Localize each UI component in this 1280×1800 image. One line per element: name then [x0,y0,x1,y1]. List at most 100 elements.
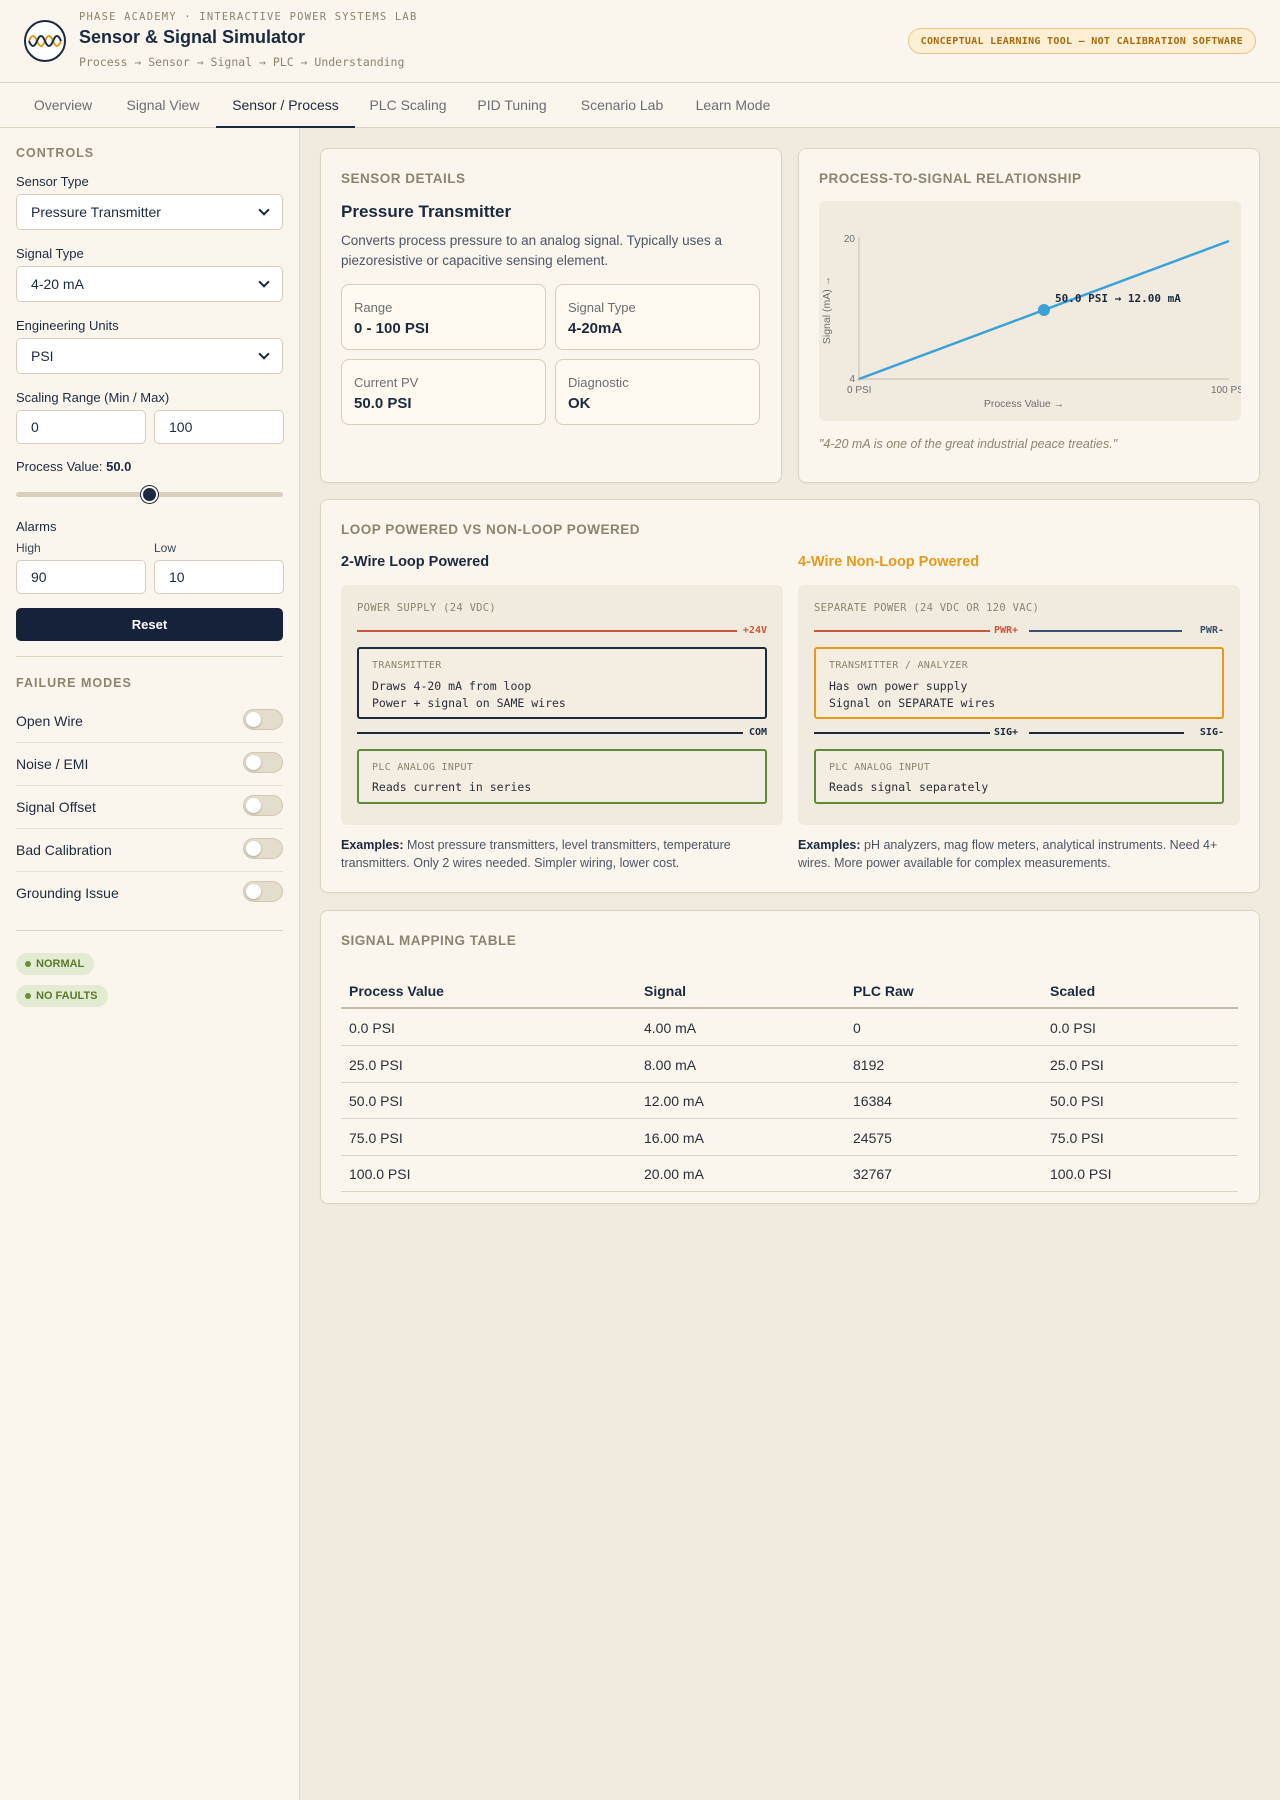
alarms-label: Alarms [16,519,57,534]
stat-value: OK [568,395,591,412]
signal-type-value: 4-20 mA [31,276,84,292]
process-value-slider-thumb[interactable] [141,486,158,503]
positive-wire [357,630,737,632]
alarm-low-input[interactable]: 10 [154,560,284,594]
status-badge-label: NO FAULTS [36,990,98,1002]
table-cell: 75.0 PSI [349,1130,403,1146]
sensor-details-heading: SENSOR DETAILS [341,171,466,186]
plc-input-line: Reads signal separately [829,780,989,794]
alarm-high-label: High [16,541,41,555]
tab-plc-scaling[interactable]: PLC Scaling [362,83,454,128]
chart-marker-point [1038,304,1050,316]
four-wire-examples-line1: Examples: pH analyzers, mag flow meters,… [798,836,1217,854]
sensor-details-card: SENSOR DETAILS Pressure Transmitter Conv… [320,148,782,483]
four-wire-diagram: SEPARATE POWER (24 VDC OR 120 VAC) PWR+ … [798,585,1240,825]
table-cell: 8.00 mA [644,1057,697,1073]
relationship-heading: PROCESS-TO-SIGNAL RELATIONSHIP [819,171,1082,186]
bad-calibration-toggle[interactable] [243,838,283,859]
four-wire-title: 4-Wire Non-Loop Powered [798,554,980,570]
status-badge-label: NORMAL [36,958,85,970]
alarm-high-input[interactable]: 90 [16,560,146,594]
stat-key: Range [354,300,393,315]
table-cell: 50.0 PSI [349,1093,403,1109]
two-wire-examples: Examples: Most pressure transmitters, le… [341,836,731,872]
units-label: Engineering Units [16,318,119,333]
tab-pid-tuning[interactable]: PID Tuning [468,83,556,128]
two-wire-examples-line1: Examples: Most pressure transmitters, le… [341,836,731,854]
brand-kicker: PHASE ACADEMY · INTERACTIVE POWER SYSTEM… [79,11,418,23]
scaling-min-input[interactable]: 0 [16,410,146,444]
app-title: Sensor & Signal Simulator [79,27,306,47]
disclaimer-badge: CONCEPTUAL LEARNING TOOL — NOT CALIBRATI… [907,28,1256,54]
column-header: Signal [644,983,687,999]
transmitter-line2: Power + signal on SAME wires [372,696,566,710]
sidebar-divider [16,930,283,931]
plc-input-title: PLC ANALOG INPUT [829,762,931,773]
process-signal-chart: 50.0 PSI → 12.00 mA 20 4 0 PSI 100 PSI P… [821,234,1241,410]
table-cell: 100.0 PSI [349,1166,411,1182]
stat-current-pv: Current PV 50.0 PSI [341,359,546,425]
sensor-type-label: Sensor Type [16,174,89,189]
examples-label: Examples: [798,838,861,852]
column-header: PLC Raw [853,983,914,999]
signal-type-select[interactable]: 4-20 mA [16,266,283,302]
noise-emi-toggle[interactable] [243,752,283,773]
two-wire-panel-title: POWER SUPPLY (24 VDC) [357,602,497,614]
column-header: Process Value [349,983,444,999]
four-wire-examples-line2: wires. More power available for complex … [798,856,1111,870]
toggle-knob [246,841,261,856]
wire-label-pwr-plus: PWR+ [994,625,1019,636]
tab-sensor-process[interactable]: Sensor / Process [216,83,355,128]
sensor-type-select[interactable]: Pressure Transmitter [16,194,283,230]
table-cell: 16.00 mA [644,1130,704,1146]
analyzer-box: TRANSMITTER / ANALYZER Has own power sup… [814,647,1224,719]
stat-diagnostic: Diagnostic OK [555,359,760,425]
stat-key: Signal Type [568,300,636,315]
tab-learn-mode[interactable]: Learn Mode [688,83,778,128]
alarm-low-label: Low [154,541,177,555]
examples-label: Examples: [341,838,404,852]
table-cell: 12.00 mA [644,1093,704,1109]
table-cell: 75.0 PSI [1050,1130,1104,1146]
analyzer-line2: Signal on SEPARATE wires [829,696,996,710]
sig-minus-wire [1029,732,1184,734]
open-wire-toggle[interactable] [243,709,283,730]
sensor-description-line2: piezoresistive or capacitive sensing ele… [341,253,609,268]
chart-x-tick-label: 100 PSI [1211,385,1241,396]
grounding-issue-toggle[interactable] [243,881,283,902]
plc-input-box: PLC ANALOG INPUT Reads current in series [357,749,767,804]
tab-overview[interactable]: Overview [18,83,108,128]
table-row: 50.0 PSI 12.00 mA 16384 50.0 PSI [341,1083,1238,1119]
tab-signal-view[interactable]: Signal View [116,83,210,128]
failure-mode-noise-emi: Noise / EMI [16,743,283,786]
examples-text: pH analyzers, mag flow meters, analytica… [860,838,1218,852]
wire-label-sig-plus: SIG+ [994,727,1019,738]
reset-button[interactable]: Reset [16,608,283,641]
pwr-plus-wire [814,630,990,632]
stat-value: 4-20mA [568,320,623,337]
table-cell: 0.0 PSI [349,1020,395,1036]
wire-label-com: COM [748,727,767,738]
sidebar-divider [16,656,283,657]
two-wire-diagram: POWER SUPPLY (24 VDC) +24V TRANSMITTER D… [341,585,783,825]
app-subtitle: Process → Sensor → Signal → PLC → Unders… [79,55,405,69]
units-value: PSI [31,348,54,364]
relationship-quote: "4-20 mA is one of the great industrial … [819,437,1118,451]
tab-scenario-lab[interactable]: Scenario Lab [572,83,672,128]
tab-bar: Overview Signal View Sensor / Process PL… [0,83,1280,128]
chart-x-axis-label: Process Value → [984,398,1064,410]
toggle-knob [246,755,261,770]
failure-mode-label: Signal Offset [16,799,96,815]
chart-y-tick-label: 20 [844,234,856,245]
toggle-knob [246,712,261,727]
table-cell: 50.0 PSI [1050,1093,1104,1109]
units-select[interactable]: PSI [16,338,283,374]
failure-mode-label: Open Wire [16,713,83,729]
chart-area: 50.0 PSI → 12.00 mA 20 4 0 PSI 100 PSI P… [819,201,1241,421]
scaling-max-input[interactable]: 100 [154,410,284,444]
chevron-down-icon [258,276,270,288]
transmitter-line1: Draws 4-20 mA from loop [372,679,532,693]
signal-offset-toggle[interactable] [243,795,283,816]
analyzer-title: TRANSMITTER / ANALYZER [829,660,969,671]
stat-key: Diagnostic [568,375,629,390]
